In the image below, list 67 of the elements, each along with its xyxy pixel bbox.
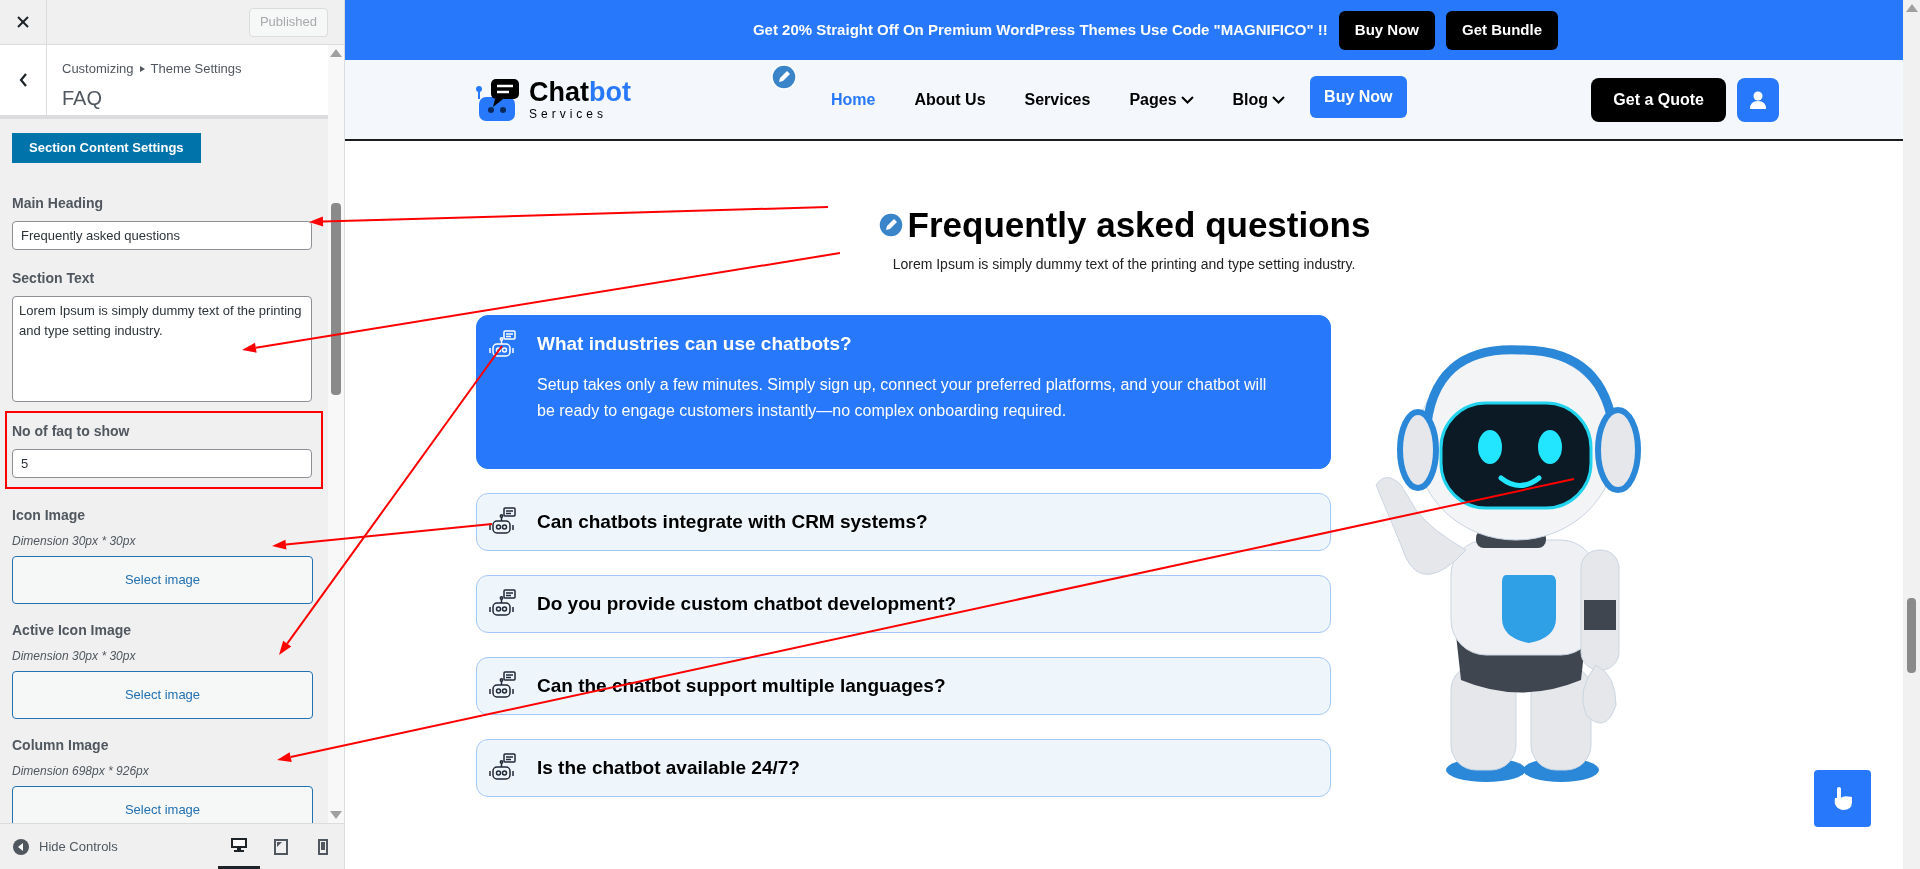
account-button[interactable] xyxy=(1737,77,1779,122)
dimension-hint: Dimension 30px * 30px xyxy=(12,648,137,665)
faq-count-input[interactable]: 5 xyxy=(12,449,312,478)
faq-question: Do you provide custom chatbot development? xyxy=(537,591,957,616)
promo-button[interactable]: Buy Now xyxy=(1338,10,1435,50)
desktop-icon xyxy=(230,836,248,853)
field-label: Icon Image xyxy=(12,506,87,525)
faq-heading: Frequently asked questions xyxy=(907,204,1371,246)
accessibility-button[interactable] xyxy=(1814,770,1871,827)
dimension-hint: Dimension 698px * 926px xyxy=(12,763,150,780)
nav-link[interactable]: About Us xyxy=(914,87,986,112)
robot-icon xyxy=(489,507,517,537)
promo-button[interactable]: Get Bundle xyxy=(1446,10,1558,50)
logo-tagline: Services xyxy=(529,108,608,120)
robot-icon xyxy=(489,329,517,360)
faq-intro-text: Lorem Ipsum is simply dummy text of the printing and type setting industry. xyxy=(892,254,1356,274)
chevron-down-icon xyxy=(1272,95,1286,104)
scroll-up-icon xyxy=(1905,4,1918,12)
faq-question: Is the chatbot available 24/7? xyxy=(537,755,800,780)
edit-icon xyxy=(877,212,904,239)
user-icon xyxy=(1750,90,1766,109)
faq-item[interactable]: Do you provide custom chatbot development? xyxy=(476,575,1331,633)
scroll-up-icon xyxy=(330,49,342,57)
back-icon xyxy=(18,73,28,87)
faq-answer: Setup takes only a few minutes. Simply sign up, connect your preferred platforms, and your chatbot will be ready to engage customers instantly—no complex onboarding required. xyxy=(537,375,1267,421)
robot-icon xyxy=(489,753,517,783)
section-text-textarea[interactable]: Lorem Ipsum is simply dummy text of the printing and type setting industry. xyxy=(12,296,312,402)
scroll-down-icon xyxy=(330,811,342,819)
field-label: Column Image xyxy=(12,736,110,755)
promo-text: Get 20% Straight Off On Premium WordPress Themes Use Code "MAGNIFICO" !! xyxy=(752,19,1328,40)
faq-question: Can chatbots integrate with CRM systems? xyxy=(537,509,928,534)
faq-item-expanded[interactable] xyxy=(476,314,1331,469)
robot-icon xyxy=(489,589,517,619)
nav-link[interactable]: Pages xyxy=(1129,87,1194,112)
nav-link[interactable]: Home xyxy=(831,87,876,112)
collapse-icon xyxy=(13,838,29,855)
field-label: Main Heading xyxy=(12,194,104,213)
field-label: Active Icon Image xyxy=(12,621,133,640)
breadcrumb-link[interactable]: Customizing xyxy=(62,59,134,79)
faq-question: What industries can use chatbots? xyxy=(537,331,853,356)
hide-controls-button[interactable]: Hide Controls xyxy=(13,836,118,857)
mobile-icon xyxy=(318,838,328,855)
get-quote-button[interactable]: Get a Quote xyxy=(1591,77,1726,122)
nav-link[interactable]: Blog xyxy=(1232,87,1286,112)
select-image-button[interactable]: Select image xyxy=(12,786,313,823)
main-heading-input[interactable]: Frequently asked questions xyxy=(12,221,312,250)
field-label: Section Text xyxy=(12,269,96,288)
faq-question: Can the chatbot support multiple languages? xyxy=(537,673,946,698)
buy-now-button[interactable]: Buy Now xyxy=(1310,75,1407,118)
breadcrumb-link[interactable]: Theme Settings xyxy=(150,59,242,79)
tablet-icon xyxy=(274,838,288,855)
breadcrumb-separator-icon xyxy=(139,65,145,72)
robot-icon xyxy=(489,671,517,701)
chevron-down-icon xyxy=(1180,95,1194,104)
select-image-button[interactable]: Select image xyxy=(12,671,313,719)
edit-icon xyxy=(771,64,797,90)
section-content-settings-button[interactable]: Section Content Settings xyxy=(12,133,201,163)
faq-item[interactable]: Can the chatbot support multiple languages? xyxy=(476,657,1331,715)
faq-item[interactable]: Can chatbots integrate with CRM systems? xyxy=(476,493,1331,551)
close-icon xyxy=(17,16,29,28)
faq-item[interactable]: Is the chatbot available 24/7? xyxy=(476,739,1331,797)
nav-link[interactable]: Services xyxy=(1024,87,1091,112)
logo-name: Chatbot xyxy=(529,79,631,106)
select-image-button[interactable]: Select image xyxy=(12,556,313,604)
field-label: No of faq to show xyxy=(12,422,131,441)
section-title: FAQ xyxy=(62,85,103,111)
dimension-hint: Dimension 30px * 30px xyxy=(12,533,137,550)
